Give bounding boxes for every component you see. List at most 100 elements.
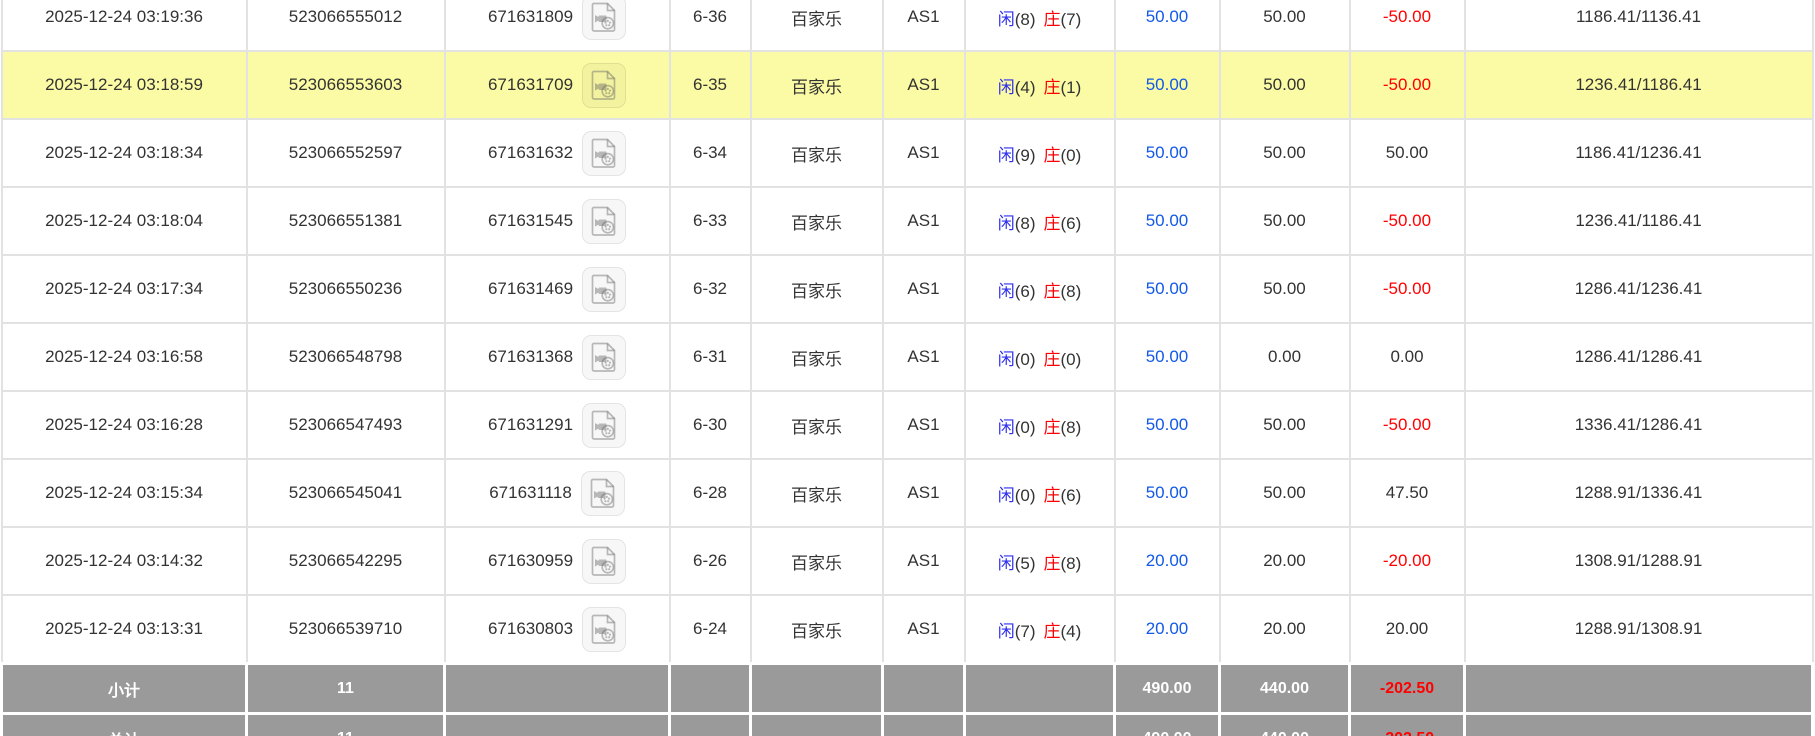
empty-cell [965,664,1115,714]
game-id-text: 671630803 [488,619,573,639]
banker-result-score: (6) [1061,486,1082,505]
table-name-cell: AS1 [883,187,965,255]
bet-amount-link[interactable]: 50.00 [1146,415,1189,434]
table-row[interactable]: 2025-12-24 03:16:58 523066548798 6716313… [2,323,1813,391]
bet-amount-cell: 20.00 [1115,595,1220,664]
bet-amount-cell: 50.00 [1115,323,1220,391]
balance-cell: 1288.91/1336.41 [1465,459,1813,527]
video-replay-button[interactable] [582,0,626,40]
player-result-score: (6) [1015,282,1036,301]
video-file-icon [591,410,617,440]
result-cell: 闲(4)庄(1) [965,51,1115,119]
empty-cell [670,714,751,736]
bet-amount-link[interactable]: 50.00 [1146,7,1189,26]
bet-time-cell: 2025-12-24 03:16:58 [2,323,247,391]
video-replay-button[interactable] [582,335,626,380]
game-id-content: 671631709 [447,63,668,108]
bet-amount-link[interactable]: 20.00 [1146,551,1189,570]
bet-time-cell: 2025-12-24 03:16:28 [2,391,247,459]
winloss-cell: 20.00 [1350,595,1465,664]
video-file-icon [591,614,617,644]
banker-result-score: (0) [1061,146,1082,165]
video-replay-button[interactable] [582,267,626,312]
winloss-cell: 47.50 [1350,459,1465,527]
round-cell: 6-24 [670,595,751,664]
video-replay-button[interactable] [582,539,626,584]
bet-amount-link[interactable]: 50.00 [1146,483,1189,502]
game-id-text: 671631291 [488,415,573,435]
valid-amount-cell: 50.00 [1220,119,1350,187]
bet-amount-link[interactable]: 50.00 [1146,347,1189,366]
video-replay-button[interactable] [582,131,626,176]
table-row[interactable]: 2025-12-24 03:14:32 523066542295 6716309… [2,527,1813,595]
bet-amount-link[interactable]: 50.00 [1146,279,1189,298]
game-id-cell: 671630959 [445,527,670,595]
bet-records-table: 2025-12-24 03:19:36 523066555012 6716318… [0,0,1814,736]
winloss-cell: -50.00 [1350,0,1465,51]
video-file-icon [591,70,617,100]
banker-result-label: 庄 [1044,418,1061,437]
video-file-icon [591,342,617,372]
table-row[interactable]: 2025-12-24 03:19:36 523066555012 6716318… [2,0,1813,51]
valid-amount-cell: 50.00 [1220,51,1350,119]
video-replay-button[interactable] [582,403,626,448]
balance-cell: 1186.41/1236.41 [1465,119,1813,187]
order-id-cell: 523066553603 [247,51,445,119]
round-cell: 6-33 [670,187,751,255]
table-name-cell: AS1 [883,459,965,527]
banker-result-score: (8) [1061,418,1082,437]
player-result-score: (5) [1015,554,1036,573]
table-row[interactable]: 2025-12-24 03:18:59 523066553603 6716317… [2,51,1813,119]
round-cell: 6-32 [670,255,751,323]
game-id-cell: 671630803 [445,595,670,664]
total-bet: 490.00 [1115,714,1220,736]
game-id-text: 671631469 [488,279,573,299]
table-row[interactable]: 2025-12-24 03:16:28 523066547493 6716312… [2,391,1813,459]
video-file-icon [590,478,616,508]
round-cell: 6-35 [670,51,751,119]
bet-amount-link[interactable]: 50.00 [1146,143,1189,162]
bet-amount-cell: 50.00 [1115,119,1220,187]
table-row[interactable]: 2025-12-24 03:15:34 523066545041 6716311… [2,459,1813,527]
table-row[interactable]: 2025-12-24 03:13:31 523066539710 6716308… [2,595,1813,664]
bet-time-cell: 2025-12-24 03:17:34 [2,255,247,323]
table-row[interactable]: 2025-12-24 03:17:34 523066550236 6716314… [2,255,1813,323]
video-replay-button[interactable] [582,199,626,244]
player-result-score: (0) [1015,486,1036,505]
game-id-cell: 671631118 [445,459,670,527]
round-cell: 6-34 [670,119,751,187]
player-result-label: 闲 [998,146,1015,165]
bet-amount-cell: 20.00 [1115,527,1220,595]
bet-amount-cell: 50.00 [1115,391,1220,459]
winloss-cell: -50.00 [1350,187,1465,255]
bet-time-cell: 2025-12-24 03:15:34 [2,459,247,527]
bet-amount-link[interactable]: 50.00 [1146,211,1189,230]
game-name-cell: 百家乐 [751,255,883,323]
banker-result-score: (7) [1061,10,1082,29]
game-name-cell: 百家乐 [751,459,883,527]
empty-cell [883,664,965,714]
game-id-content: 671631469 [447,267,668,312]
game-name-cell: 百家乐 [751,323,883,391]
bet-amount-link[interactable]: 50.00 [1146,75,1189,94]
table-row[interactable]: 2025-12-24 03:18:04 523066551381 6716315… [2,187,1813,255]
video-replay-button[interactable] [581,471,625,516]
round-cell: 6-31 [670,323,751,391]
game-id-content: 671631291 [447,403,668,448]
video-replay-button[interactable] [582,607,626,652]
player-result-label: 闲 [998,418,1015,437]
bet-amount-link[interactable]: 20.00 [1146,619,1189,638]
winloss-cell: -50.00 [1350,391,1465,459]
empty-cell [883,714,965,736]
empty-cell [751,714,883,736]
game-id-content: 671631545 [447,199,668,244]
table-row[interactable]: 2025-12-24 03:18:34 523066552597 6716316… [2,119,1813,187]
table-name-cell: AS1 [883,255,965,323]
winloss-cell: -50.00 [1350,51,1465,119]
empty-cell [1465,714,1813,736]
video-replay-button[interactable] [582,63,626,108]
records-footer: 小计 11 490.00 440.00 -202.50 总计 11 [2,664,1813,736]
valid-amount-cell: 50.00 [1220,391,1350,459]
total-winloss: -202.50 [1350,714,1465,736]
game-id-content: 671631632 [447,131,668,176]
